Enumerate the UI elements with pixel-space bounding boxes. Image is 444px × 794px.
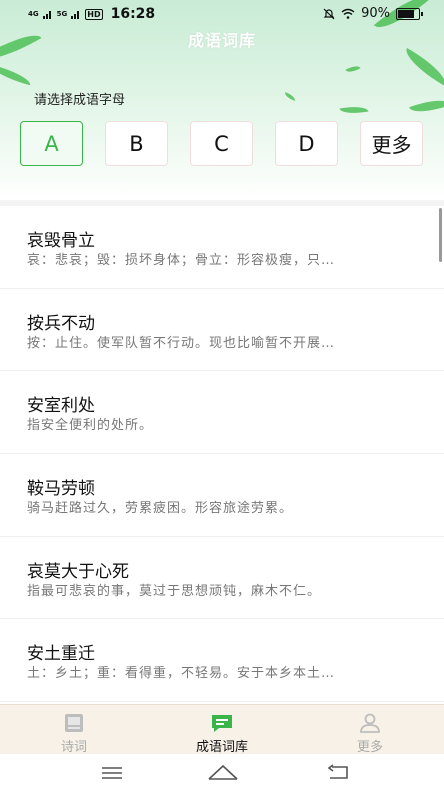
menu-icon[interactable]	[101, 766, 123, 780]
tab-label: 更多	[356, 740, 383, 755]
signal-label: 4G	[28, 10, 39, 18]
back-icon[interactable]	[327, 764, 349, 780]
letter-option-more[interactable]: 更多	[360, 121, 423, 166]
tab-poetry[interactable]: 诗词	[0, 705, 148, 755]
home-icon[interactable]	[207, 763, 239, 781]
idiom-description: 骑马赶路过久，劳累疲困。形容旅途劳累。	[27, 501, 294, 517]
bamboo-leaf-decoration	[0, 64, 33, 86]
idiom-list[interactable]: 哀毁骨立 哀：悲哀；毁：损坏身体；骨立：形容极瘦，只… 按兵不动 按：止住。使军…	[0, 206, 444, 704]
hd-badge: HD	[85, 8, 103, 20]
letter-picker: A B C D 更多	[20, 121, 424, 168]
letter-option-d[interactable]: D	[275, 121, 338, 166]
page-title: 成语词库	[187, 31, 256, 50]
tab-label: 成语词库	[195, 740, 248, 755]
idiom-description: 哀：悲哀；毁：损坏身体；骨立：形容极瘦，只…	[27, 253, 336, 268]
person-icon	[360, 713, 380, 733]
bottom-tab-bar: 诗词 成语词库 更多	[0, 704, 444, 755]
idiom-description: 指最可悲哀的事，莫过于思想顽钝，麻木不仁。	[27, 583, 322, 599]
mute-icon	[323, 8, 335, 19]
tab-idiom-library[interactable]: 成语词库	[148, 705, 296, 755]
letter-label: A	[44, 131, 59, 156]
idiom-word: 鞍马劳顿	[27, 479, 95, 500]
bamboo-leaf-decoration	[345, 62, 361, 76]
letter-option-b[interactable]: B	[105, 121, 168, 166]
idiom-item[interactable]: 哀毁骨立 哀：悲哀；毁：损坏身体；骨立：形容极瘦，只…	[0, 206, 444, 289]
idiom-word: 安室利处	[27, 396, 95, 417]
idiom-description: 土：乡土；重：看得重，不轻易。安于本乡本土…	[27, 666, 336, 682]
system-nav-bar	[0, 754, 444, 794]
bamboo-leaf-decoration	[283, 92, 297, 101]
idiom-item[interactable]: 安室利处 指安全便利的处所。	[0, 371, 444, 455]
idiom-word: 哀莫大于心死	[27, 561, 129, 582]
idiom-word: 哀毁骨立	[27, 231, 95, 251]
letter-label: B	[129, 131, 144, 156]
idiom-word: 按兵不动	[27, 313, 95, 334]
tab-more[interactable]: 更多	[296, 705, 444, 755]
idiom-item[interactable]: 安土重迁 土：乡土；重：看得重，不轻易。安于本乡本土…	[0, 619, 444, 703]
tab-label: 诗词	[60, 740, 87, 755]
letter-option-c[interactable]: C	[190, 121, 253, 166]
letter-option-a[interactable]: A	[20, 121, 83, 166]
idiom-description: 按：止住。使军队暂不行动。现也比喻暂不开展…	[27, 335, 336, 351]
bamboo-leaf-decoration	[409, 93, 444, 119]
bamboo-leaf-decoration	[399, 47, 444, 87]
letter-prompt: 请选择成语字母	[34, 93, 126, 108]
book-icon	[65, 714, 83, 732]
idiom-item[interactable]: 按兵不动 按：止住。使军队暂不行动。现也比喻暂不开展…	[0, 289, 444, 372]
scrollbar[interactable]	[439, 208, 442, 262]
idiom-word: 安土重迁	[27, 644, 95, 665]
wifi-icon	[341, 8, 355, 19]
clock: 16:28	[110, 6, 156, 22]
signal-bars-icon	[42, 11, 51, 19]
battery-icon	[396, 7, 423, 20]
signal-bars-icon	[71, 11, 80, 19]
status-bar: 4G 5G HD 16:28 90%	[0, 0, 444, 28]
idiom-item[interactable]: 鞍马劳顿 骑马赶路过久，劳累疲困。形容旅途劳累。	[0, 454, 444, 537]
battery-fill	[398, 9, 414, 18]
letter-label: 更多	[371, 133, 412, 157]
letter-label: C	[214, 131, 229, 156]
battery-percent: 90%	[361, 6, 390, 21]
chat-bubble-icon	[212, 715, 232, 732]
idiom-description: 指安全便利的处所。	[27, 418, 154, 434]
letter-label: D	[298, 131, 315, 156]
idiom-item[interactable]: 哀莫大于心死 指最可悲哀的事，莫过于思想顽钝，麻木不仁。	[0, 537, 444, 620]
signal-label: 5G	[56, 10, 68, 18]
bamboo-leaf-decoration	[339, 103, 369, 117]
